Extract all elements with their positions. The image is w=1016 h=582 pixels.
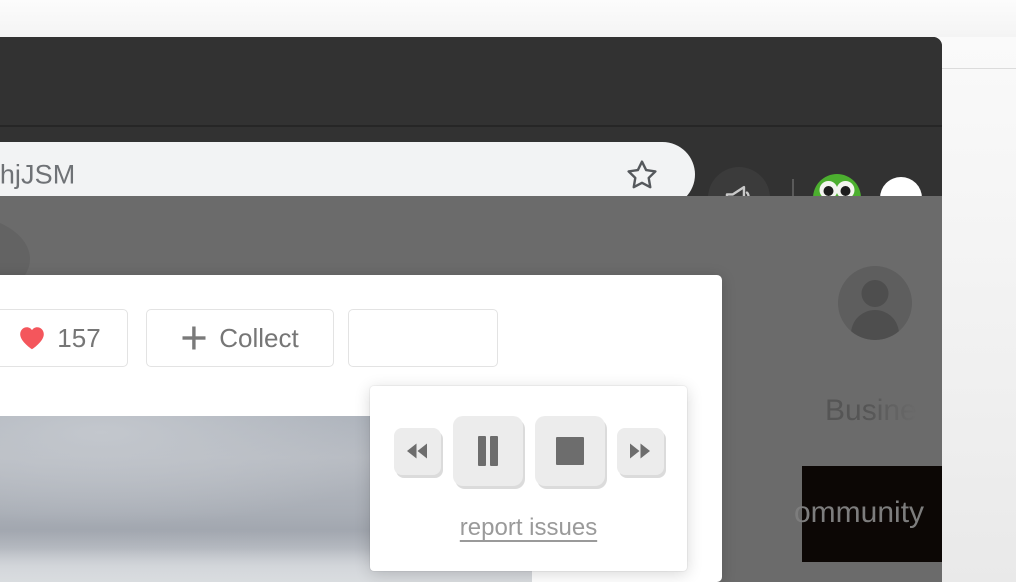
like-count: 157 <box>57 322 101 353</box>
browser-tab-strip[interactable] <box>0 37 942 125</box>
report-issues-link[interactable]: report issues <box>370 514 687 542</box>
desktop-top-strip <box>0 0 1016 37</box>
page-viewport: Busine ommunity 157 Collect report issue… <box>0 196 942 582</box>
user-avatar-icon[interactable] <box>838 266 912 340</box>
community-label: ommunity <box>794 496 925 529</box>
rewind-button[interactable] <box>393 427 441 475</box>
like-button[interactable]: 157 <box>0 309 128 367</box>
screen: ovQhjJSM <box>0 0 1016 582</box>
heart-icon <box>19 326 45 350</box>
download-button[interactable] <box>348 309 498 367</box>
address-bar-text: ovQhjJSM <box>0 159 76 189</box>
fast-forward-button[interactable] <box>616 427 664 475</box>
browser-window: ovQhjJSM <box>0 37 942 582</box>
collect-label: Collect <box>219 322 299 353</box>
collect-button[interactable]: Collect <box>146 309 334 367</box>
star-icon[interactable] <box>625 158 659 192</box>
business-label[interactable]: Busine <box>825 394 917 428</box>
desktop-hairline <box>942 68 1016 69</box>
pause-button[interactable] <box>452 416 523 486</box>
plus-icon <box>181 325 207 351</box>
avatar-head <box>861 280 889 307</box>
community-banner[interactable]: ommunity <box>794 466 942 562</box>
avatar-body <box>851 310 899 340</box>
stop-button[interactable] <box>534 416 605 486</box>
extension-popup: report issues <box>370 386 687 571</box>
playback-controls <box>370 386 687 516</box>
